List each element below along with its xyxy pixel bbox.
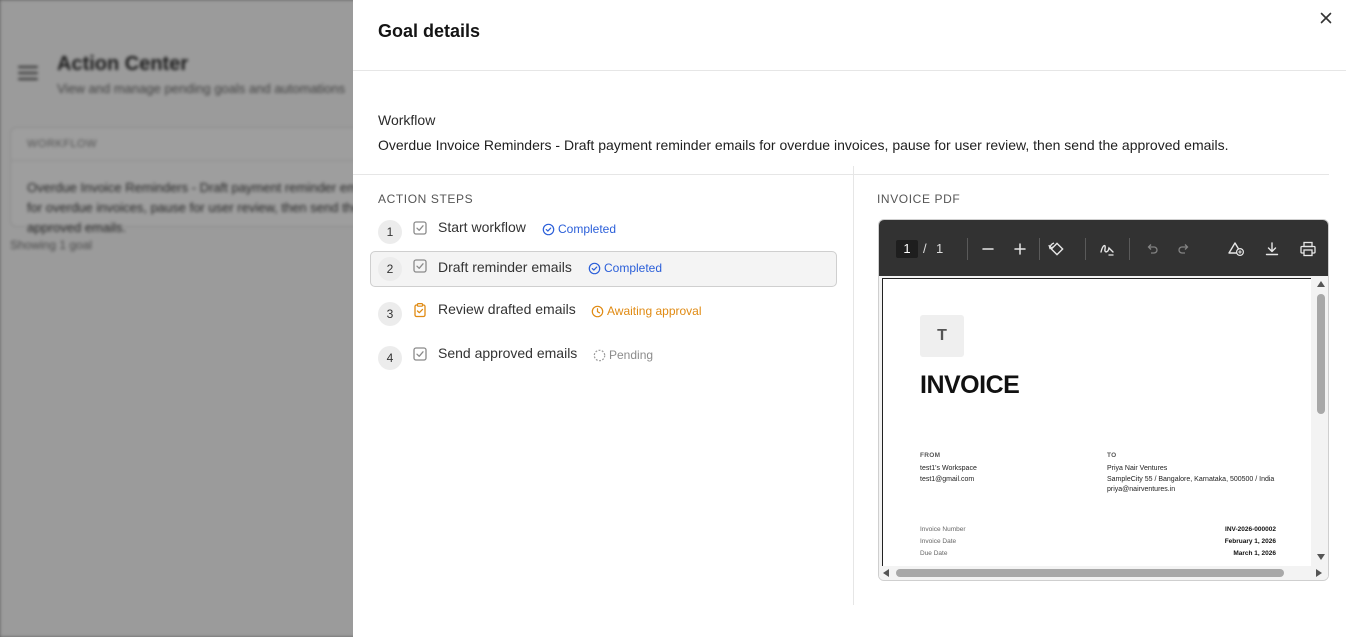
due-date: March 1, 2026 bbox=[1233, 550, 1276, 557]
from-label: FROM bbox=[920, 452, 941, 459]
check-circle-icon bbox=[588, 262, 601, 274]
action-step-2[interactable]: 2 Draft reminder emails Completed bbox=[370, 251, 837, 287]
total-pages: 1 bbox=[936, 241, 944, 256]
to-label: TO bbox=[1107, 452, 1117, 459]
horizontal-scrollbar[interactable] bbox=[879, 566, 1328, 580]
status-badge: Pending bbox=[593, 348, 653, 362]
status-text: Pending bbox=[609, 348, 654, 362]
rotate-icon[interactable] bbox=[1045, 238, 1067, 260]
redo-icon[interactable] bbox=[1173, 238, 1195, 260]
pdf-toolbar: 1 / 1 bbox=[879, 220, 1328, 276]
from-email: test1@gmail.com bbox=[920, 476, 975, 483]
undo-icon[interactable] bbox=[1141, 238, 1163, 260]
add-shape-icon[interactable] bbox=[1225, 238, 1247, 260]
status-badge: Completed bbox=[542, 222, 616, 236]
step-number: 2 bbox=[378, 257, 402, 281]
status-text: Completed bbox=[558, 222, 617, 236]
page-separator: / bbox=[923, 241, 927, 256]
scroll-up-arrow-icon[interactable] bbox=[1317, 281, 1325, 287]
to-name: Priya Nair Ventures bbox=[1107, 465, 1168, 472]
drawer-title: Goal details bbox=[378, 21, 481, 41]
step-name: Draft reminder emails bbox=[438, 259, 572, 275]
toolbar-separator bbox=[1039, 238, 1040, 260]
pdf-viewer: 1 / 1 T INVOICE FROM test1's Workspace t… bbox=[878, 219, 1329, 581]
column-divider bbox=[853, 166, 854, 606]
from-name: test1's Workspace bbox=[920, 465, 977, 472]
loader-icon bbox=[593, 349, 606, 361]
status-text: Awaiting approval bbox=[607, 304, 702, 318]
step-name: Send approved emails bbox=[438, 345, 578, 361]
invoice-title: INVOICE bbox=[920, 371, 1020, 399]
checkbox-icon bbox=[412, 346, 428, 362]
drawer-footer bbox=[353, 605, 1346, 637]
pdf-document-area[interactable]: T INVOICE FROM test1's Workspace test1@g… bbox=[879, 276, 1328, 580]
vertical-scrollbar-thumb[interactable] bbox=[1317, 294, 1325, 414]
toolbar-separator bbox=[1129, 238, 1130, 260]
to-email: priya@nairventures.in bbox=[1107, 486, 1176, 493]
step-name: Start workflow bbox=[438, 219, 526, 235]
status-badge: Completed bbox=[588, 261, 662, 275]
toolbar-separator bbox=[1085, 238, 1086, 260]
action-steps-label: ACTION STEPS bbox=[378, 192, 474, 206]
step-number: 3 bbox=[378, 302, 402, 326]
toolbar-separator bbox=[967, 238, 968, 260]
invoice-pdf-label: INVOICE PDF bbox=[877, 192, 961, 206]
action-step-1[interactable]: 1 Start workflow Completed bbox=[370, 212, 837, 248]
step-name: Review drafted emails bbox=[438, 301, 576, 317]
due-date-label: Due Date bbox=[920, 550, 948, 557]
pdf-page: T INVOICE FROM test1's Workspace test1@g… bbox=[882, 278, 1311, 568]
invoice-number-label: Invoice Number bbox=[920, 526, 966, 533]
scroll-down-arrow-icon[interactable] bbox=[1317, 554, 1325, 560]
step-number: 1 bbox=[378, 220, 402, 244]
drawer-header: Goal details bbox=[353, 0, 1346, 71]
download-icon[interactable] bbox=[1261, 238, 1283, 260]
checkbox-icon bbox=[412, 258, 428, 274]
zoom-out-icon[interactable] bbox=[977, 238, 999, 260]
invoice-logo: T bbox=[920, 315, 964, 357]
status-badge: Awaiting approval bbox=[591, 304, 702, 318]
clock-icon bbox=[591, 305, 604, 317]
action-step-3[interactable]: 3 Review drafted emails Awaiting approva… bbox=[370, 294, 837, 330]
invoice-date-label: Invoice Date bbox=[920, 538, 957, 545]
draw-icon[interactable] bbox=[1096, 238, 1118, 260]
step-number: 4 bbox=[378, 346, 402, 370]
scroll-right-arrow-icon[interactable] bbox=[1316, 569, 1322, 577]
goal-details-drawer: Goal details Workflow Overdue Invoice Re… bbox=[353, 0, 1346, 637]
invoice-number: INV-2026-000002 bbox=[1225, 526, 1276, 533]
action-step-4[interactable]: 4 Send approved emails Pending bbox=[370, 338, 837, 374]
to-address: SampleCity 55 / Bangalore, Karnataka, 50… bbox=[1107, 476, 1275, 483]
page-number-input[interactable]: 1 bbox=[896, 240, 918, 258]
check-circle-icon bbox=[542, 223, 555, 235]
print-icon[interactable] bbox=[1297, 238, 1319, 260]
vertical-scrollbar[interactable] bbox=[1314, 278, 1328, 566]
horizontal-scrollbar-thumb[interactable] bbox=[896, 569, 1284, 577]
clipboard-check-icon bbox=[412, 302, 428, 318]
close-icon[interactable] bbox=[1318, 10, 1334, 26]
checkbox-icon bbox=[412, 220, 428, 236]
zoom-in-icon[interactable] bbox=[1009, 238, 1031, 260]
workflow-label: Workflow bbox=[378, 112, 436, 128]
status-text: Completed bbox=[604, 261, 663, 275]
invoice-date: February 1, 2026 bbox=[1224, 538, 1276, 545]
scroll-left-arrow-icon[interactable] bbox=[883, 569, 889, 577]
workflow-description: Overdue Invoice Reminders - Draft paymen… bbox=[378, 137, 1229, 153]
